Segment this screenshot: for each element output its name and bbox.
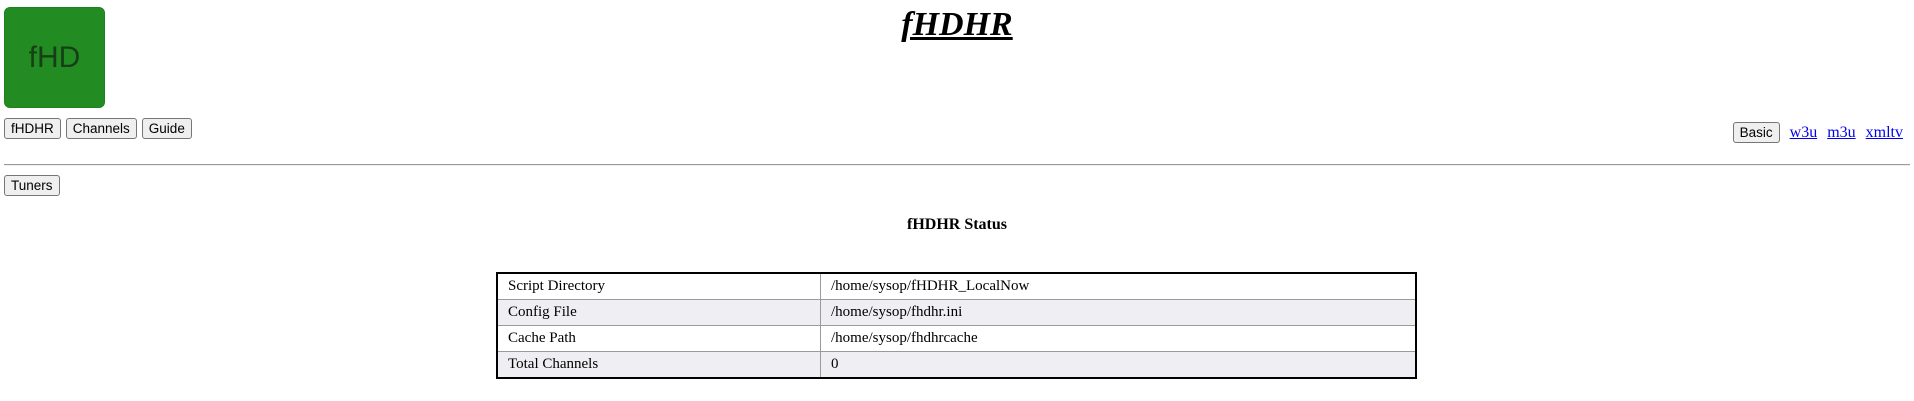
row-key-config-file: Config File [496,299,821,326]
table-row: Cache Path /home/sysop/fhdhrcache [496,325,1417,352]
page: fHD fHDHR fHDHR Channels Guide Basic w3u… [0,0,1914,401]
row-value-config-file: /home/sysop/fhdhr.ini [820,299,1417,326]
w3u-link[interactable]: w3u [1790,124,1818,142]
m3u-link[interactable]: m3u [1827,124,1855,142]
logo-text: fHD [28,40,81,74]
status-table: Script Directory /home/sysop/fHDHR_Local… [496,272,1417,379]
table-row: Config File /home/sysop/fhdhr.ini [496,299,1417,326]
main-nav: fHDHR Channels Guide [4,118,192,139]
table-row: Total Channels 0 [496,351,1417,379]
tuners-button[interactable]: Tuners [4,175,60,196]
row-key-script-directory: Script Directory [496,272,821,300]
row-value-script-directory: /home/sysop/fHDHR_LocalNow [820,272,1417,300]
table-row: Script Directory /home/sysop/fHDHR_Local… [496,272,1417,300]
status-title: fHDHR Status [906,216,1007,233]
page-title: fHDHR [901,6,1013,43]
nav-channels-button[interactable]: Channels [65,118,137,139]
secondary-nav: Basic w3u m3u xmltv [1732,122,1903,143]
basic-button[interactable]: Basic [1732,122,1780,143]
row-value-cache-path: /home/sysop/fhdhrcache [820,325,1417,352]
row-value-total-channels: 0 [820,351,1417,379]
sub-nav: Tuners [4,175,60,196]
nav-fhdhr-button[interactable]: fHDHR [4,118,61,139]
row-key-total-channels: Total Channels [496,351,821,379]
row-key-cache-path: Cache Path [496,325,821,352]
xmltv-link[interactable]: xmltv [1866,124,1903,142]
horizontal-divider [4,164,1910,166]
nav-guide-button[interactable]: Guide [141,118,192,139]
